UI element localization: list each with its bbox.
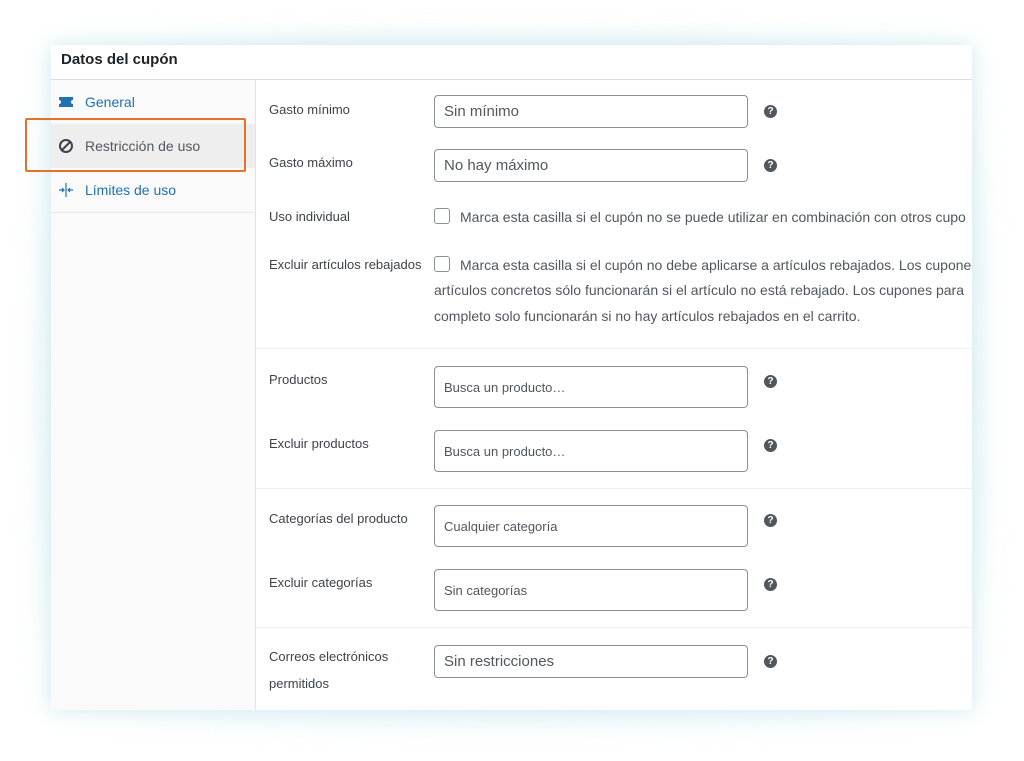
help-icon[interactable]: ?	[764, 105, 777, 118]
section-divider	[256, 488, 972, 489]
gasto-minimo-input[interactable]: Sin mínimo	[434, 95, 748, 128]
help-icon[interactable]: ?	[764, 514, 777, 527]
excluir-categorias-select[interactable]: Sin categorías	[434, 569, 748, 611]
uso-individual-checkbox[interactable]	[434, 208, 450, 224]
arrows-in-icon	[58, 182, 74, 198]
label-categorias: Categorías del producto	[269, 511, 408, 526]
section-divider	[256, 627, 972, 628]
highlight-box	[25, 118, 246, 172]
label-productos: Productos	[269, 372, 328, 387]
help-icon[interactable]: ?	[764, 159, 777, 172]
label-excluir-productos: Excluir productos	[269, 436, 369, 451]
panel-header: Datos del cupón	[51, 45, 972, 80]
panel-title: Datos del cupón	[61, 51, 178, 68]
label-gasto-minimo: Gasto mínimo	[269, 102, 350, 117]
help-icon[interactable]: ?	[764, 375, 777, 388]
gasto-maximo-input[interactable]: No hay máximo	[434, 149, 748, 182]
tab-limites-label: Límites de uso	[85, 182, 177, 198]
label-gasto-maximo: Gasto máximo	[269, 155, 353, 170]
help-icon[interactable]: ?	[764, 578, 777, 591]
label-uso-individual: Uso individual	[269, 209, 350, 224]
tabs-sidebar: General Restricción de uso Límites de us…	[51, 80, 256, 710]
label-excluir-rebajados: Excluir artículos rebajados	[269, 257, 422, 272]
uso-individual-description: Marca esta casilla si el cupón no se pue…	[460, 209, 966, 225]
ticket-icon	[58, 94, 74, 110]
section-divider	[256, 348, 972, 349]
label-correos-1: Correos electrónicos	[269, 649, 389, 664]
restriction-fields: Gasto mínimo Sin mínimo ? Gasto máximo N…	[256, 80, 972, 710]
tab-limites-de-uso[interactable]: Límites de uso	[51, 168, 255, 212]
help-icon[interactable]: ?	[764, 655, 777, 668]
excluir-rebajados-description-2: artículos concretos sólo funcionarán si …	[434, 282, 964, 298]
tab-general-label: General	[85, 94, 135, 110]
correos-permitidos-input[interactable]: Sin restricciones	[434, 645, 748, 678]
excluir-productos-search[interactable]: Busca un producto…	[434, 430, 748, 472]
excluir-rebajados-checkbox[interactable]	[434, 256, 450, 272]
excluir-rebajados-description-1: Marca esta casilla si el cupón no debe a…	[460, 257, 972, 273]
label-correos-2: permitidos	[269, 676, 329, 691]
productos-search[interactable]: Busca un producto…	[434, 366, 748, 408]
categorias-select[interactable]: Cualquier categoría	[434, 505, 748, 547]
excluir-rebajados-description-3: completo solo funcionarán si no hay artí…	[434, 308, 861, 324]
sidebar-separator	[51, 212, 255, 213]
label-excluir-categorias: Excluir categorías	[269, 575, 373, 590]
help-icon[interactable]: ?	[764, 439, 777, 452]
